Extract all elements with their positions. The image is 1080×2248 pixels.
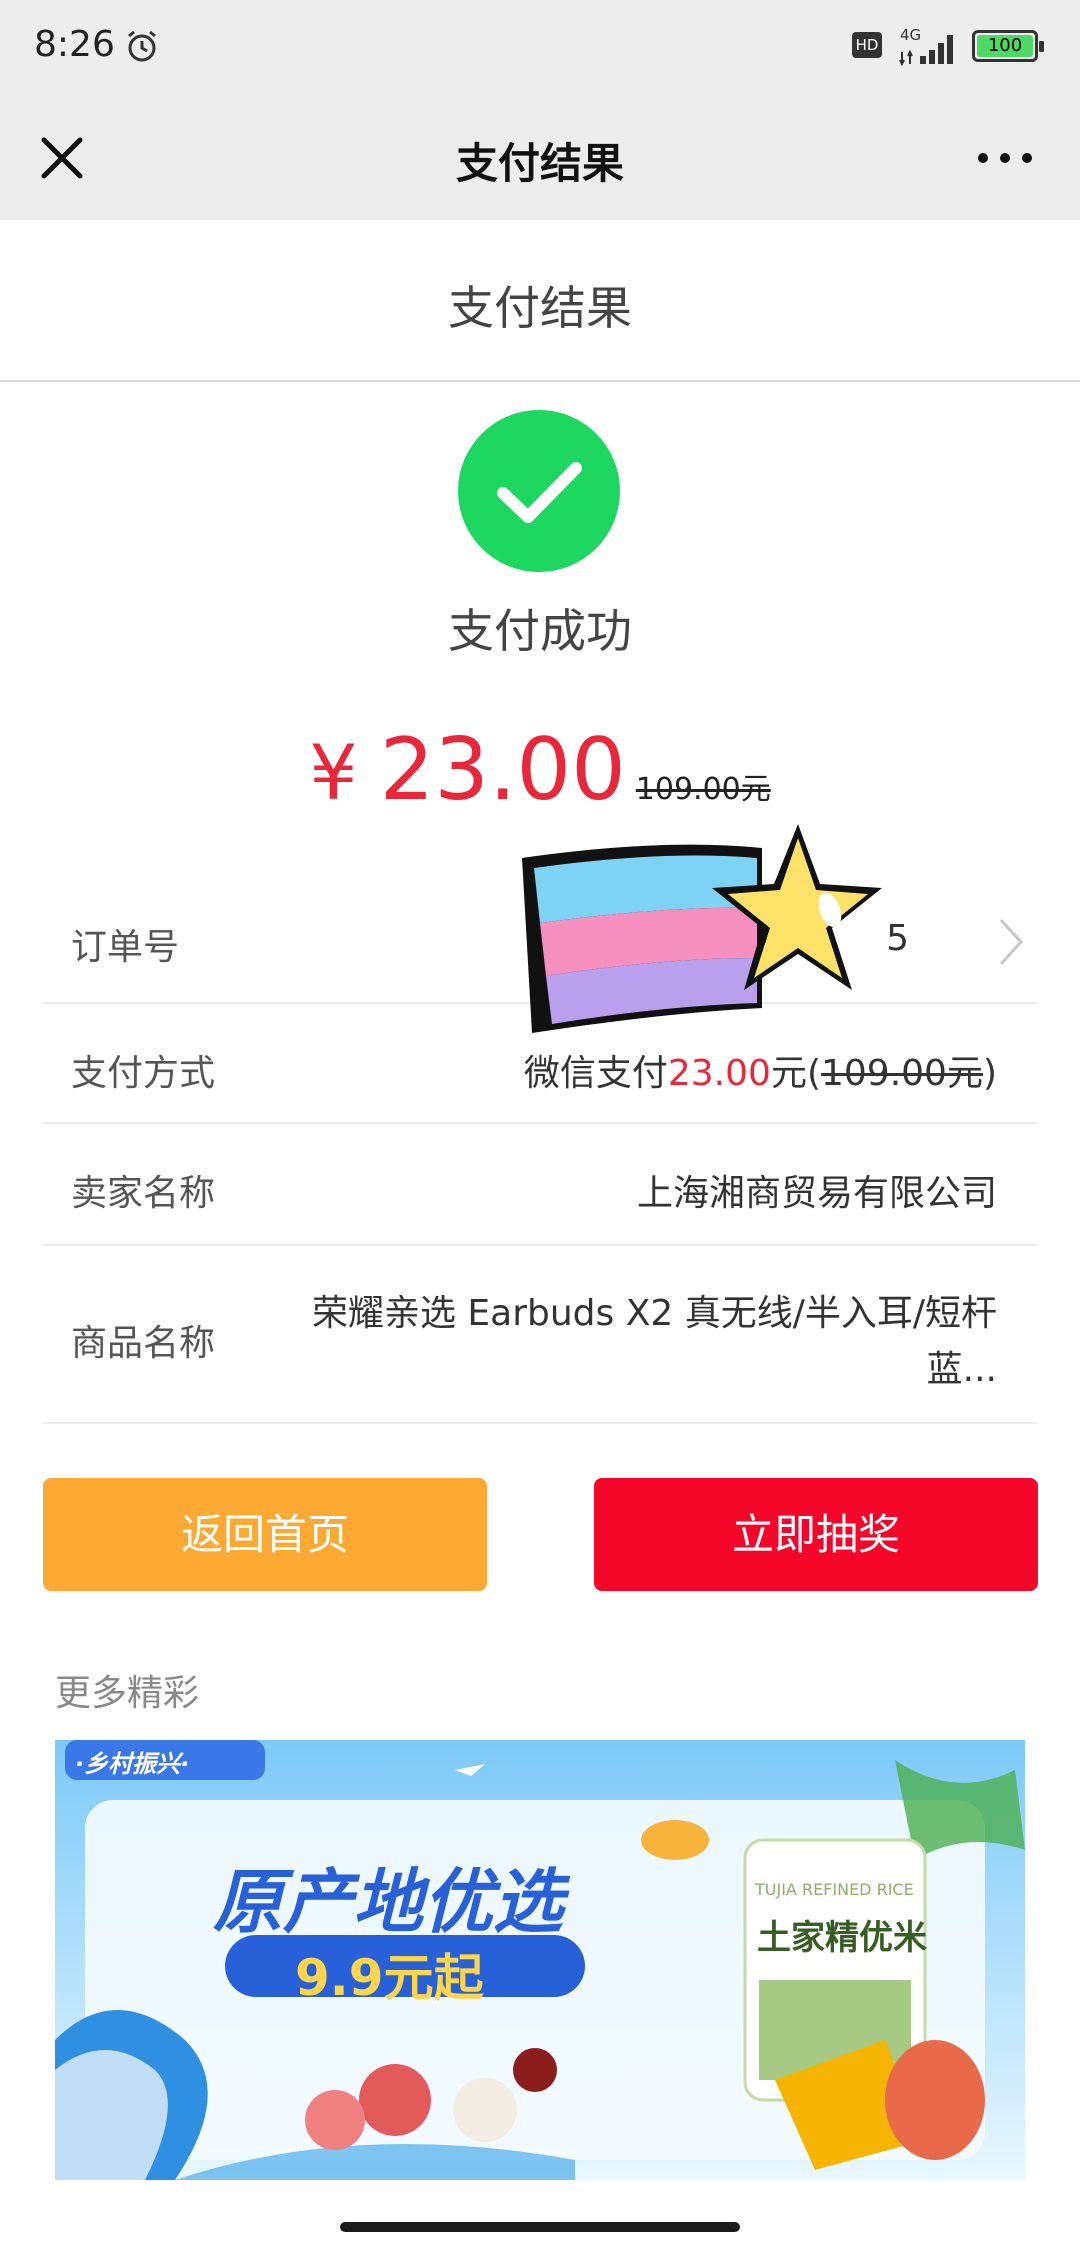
banner-product-cn: 土家精优米 — [757, 1918, 927, 1958]
more-section-title: 更多精彩 — [55, 1673, 200, 1714]
product-label: 商品名称 — [71, 1323, 216, 1364]
page-title: 支付结果 — [448, 281, 632, 335]
paid-original-price: 109.00元 — [820, 1053, 983, 1094]
banner-tag: ·乡村振兴· — [75, 1750, 190, 1778]
payment-method-label: 支付方式 — [71, 1053, 216, 1094]
signal-icon: 4G — [898, 26, 960, 66]
product-row: 商品名称 荣耀亲选 Earbuds X2 真无线/半入耳/短杆蓝... — [43, 1246, 1037, 1424]
payment-success-text: 支付成功 — [448, 604, 632, 658]
product-value: 荣耀亲选 Earbuds X2 真无线/半入耳/短杆蓝... — [311, 1293, 997, 1390]
page-header: 支付结果 — [0, 220, 1080, 382]
seller-label: 卖家名称 — [71, 1173, 216, 1214]
battery-level: 100 — [977, 35, 1033, 57]
paid-unit: 元( — [770, 1053, 821, 1094]
chevron-right-icon — [999, 918, 1024, 966]
payment-amount: ¥23.00 109.00元 — [0, 720, 1080, 820]
banner-price: 9.9元起 — [295, 1949, 484, 2007]
status-time: 8:26 — [34, 24, 115, 65]
hd-icon: HD — [852, 32, 882, 58]
shooting-star-sticker — [522, 824, 882, 1033]
payment-method-name: 微信支付 — [523, 1053, 668, 1094]
paid-amount: 23.00 — [667, 1053, 771, 1094]
lottery-button[interactable]: 立即抽奖 — [594, 1478, 1038, 1591]
original-price: 109.00元 — [635, 772, 771, 807]
home-indicator[interactable] — [340, 2222, 740, 2232]
more-options-icon[interactable] — [970, 126, 1040, 190]
status-bar: 8:26 HD 4G 100 — [0, 0, 1080, 96]
seller-value: 上海湘商贸易有限公司 — [636, 1173, 997, 1214]
order-number-label: 订单号 — [71, 927, 180, 968]
alarm-icon — [128, 30, 156, 62]
banner-headline: 原产地优选 — [213, 1861, 563, 1943]
seller-row: 卖家名称 上海湘商贸易有限公司 — [43, 1124, 1037, 1246]
paid-close: ) — [982, 1053, 997, 1094]
banner-artwork — [55, 1740, 1025, 2180]
nav-bar: 支付结果 — [0, 96, 1080, 220]
banner-product-en: TUJIA REFINED RICE — [755, 1880, 914, 1899]
amount-value: 23.00 — [379, 720, 626, 820]
back-home-button[interactable]: 返回首页 — [43, 1478, 487, 1591]
promo-banner[interactable]: ·乡村振兴· 原产地优选 9.9元起 TUJIA REFINED RICE 土家… — [55, 1740, 1025, 2180]
nav-title: 支付结果 — [455, 139, 624, 188]
currency-symbol: ¥ — [309, 728, 358, 817]
success-check-icon — [458, 410, 620, 572]
battery-icon: 100 — [972, 30, 1044, 62]
